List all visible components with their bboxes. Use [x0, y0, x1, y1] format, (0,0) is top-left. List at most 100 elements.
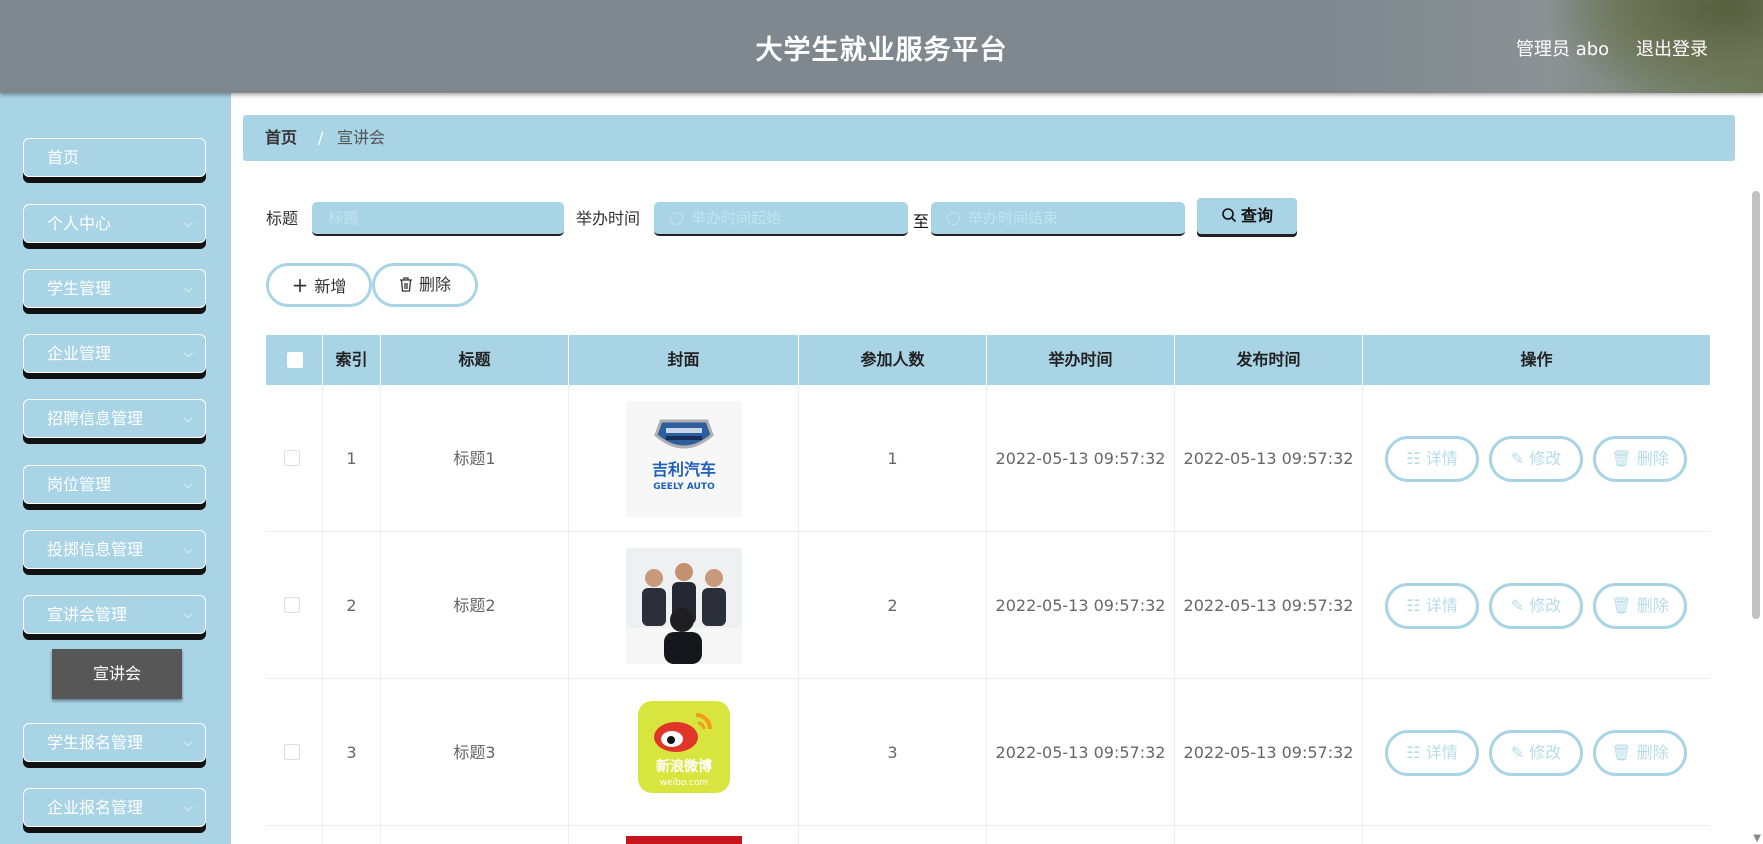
cell-hold-time	[987, 826, 1175, 844]
chevron-down-icon: ⌵	[183, 607, 193, 621]
cell-publish-time: 2022-05-13 09:57:32	[1175, 385, 1363, 532]
chevron-down-icon: ⌵	[183, 281, 193, 295]
logo-text-cn: 吉利汽车	[652, 460, 716, 479]
edit-label: 修改	[1529, 596, 1562, 615]
edit-button[interactable]: ✎ 修改	[1489, 730, 1583, 776]
logo-text-en: weibo.com	[660, 778, 709, 788]
sidebar-item-label: 投掷信息管理	[47, 540, 144, 559]
sidebar-item-label: 岗位管理	[47, 475, 112, 494]
cover-image-weibo: 新浪微博 weibo.com	[626, 695, 742, 811]
cell-title: 标题3	[381, 679, 569, 826]
main-content: 首页 / 宣讲会 标题 标题 举办时间 举办时间起始 至 举办时间结束 查询 +…	[231, 93, 1763, 844]
current-user: 管理员 abo	[1516, 39, 1610, 60]
query-label: 查询	[1240, 206, 1273, 225]
sidebar: 首页 个人中心 ⌵ 学生管理 ⌵ 企业管理 ⌵ 招聘信息管理 ⌵ 岗位管理 ⌵ 投掷信息管…	[0, 93, 231, 844]
sidebar-item-personal-center[interactable]: 个人中心 ⌵	[23, 204, 206, 243]
sidebar-item-label: 首页	[47, 148, 80, 167]
edit-button[interactable]: ✎ 修改	[1489, 436, 1583, 482]
cell-publish-time: 2022-05-13 09:57:32	[1175, 532, 1363, 679]
detail-label: 详情	[1425, 743, 1458, 762]
cell-cover	[569, 532, 799, 679]
submenu-item-seminar[interactable]: 宣讲会	[52, 649, 182, 699]
sidebar-item-company-signup[interactable]: 企业报名管理 ⌵	[23, 788, 206, 827]
cell-publish-time	[1175, 826, 1363, 844]
row-select-cell	[266, 826, 323, 844]
logout-link[interactable]: 退出登录	[1636, 35, 1708, 61]
col-hold-time: 举办时间	[987, 335, 1175, 385]
edit-label: 修改	[1529, 449, 1562, 468]
row-checkbox[interactable]	[284, 450, 300, 466]
end-time-input[interactable]: 举办时间结束	[931, 202, 1185, 236]
chevron-down-icon: ⌵	[183, 542, 193, 556]
col-publish-time: 发布时间	[1175, 335, 1363, 385]
sidebar-item-label: 招聘信息管理	[47, 409, 144, 428]
sidebar-item-positions[interactable]: 岗位管理 ⌵	[23, 465, 206, 504]
row-delete-button[interactable]: 🗑 删除	[1593, 583, 1687, 629]
select-all-cell	[266, 335, 323, 385]
trash-icon: 🗑	[1611, 596, 1632, 615]
vertical-scrollbar[interactable]	[1752, 191, 1760, 619]
clock-icon	[670, 212, 683, 225]
scroll-down-arrow-icon[interactable]: ▼	[1753, 833, 1761, 844]
cover-image-partial	[626, 836, 742, 844]
cell-index: 2	[323, 532, 381, 679]
title-input[interactable]: 标题	[312, 202, 564, 236]
edit-button[interactable]: ✎ 修改	[1489, 583, 1583, 629]
app-title: 大学生就业服务平台	[755, 35, 1008, 66]
query-button[interactable]: 查询	[1197, 198, 1297, 234]
sidebar-item-student-signup[interactable]: 学生报名管理 ⌵	[23, 723, 206, 762]
cell-count: 3	[799, 679, 987, 826]
start-time-placeholder: 举办时间起始	[691, 209, 782, 227]
sidebar-item-home[interactable]: 首页	[23, 138, 206, 177]
cell-actions: ☷ 详情 ✎ 修改 🗑 删除	[1363, 532, 1710, 679]
col-index: 索引	[323, 335, 381, 385]
delete-label: 删除	[418, 275, 451, 294]
select-all-checkbox[interactable]	[287, 352, 303, 368]
breadcrumb: 首页 / 宣讲会	[243, 115, 1735, 161]
cell-index	[323, 826, 381, 844]
add-label: 新增	[314, 277, 347, 296]
detail-button[interactable]: ☷ 详情	[1385, 730, 1479, 776]
row-delete-button[interactable]: 🗑 删除	[1593, 436, 1687, 482]
pencil-icon: ✎	[1510, 449, 1525, 468]
sidebar-item-recruitment[interactable]: 招聘信息管理 ⌵	[23, 399, 206, 438]
cell-cover	[569, 826, 799, 844]
row-delete-button[interactable]: 🗑 删除	[1593, 730, 1687, 776]
sidebar-item-label: 宣讲会管理	[47, 605, 128, 624]
sidebar-item-companies[interactable]: 企业管理 ⌵	[23, 334, 206, 373]
document-icon: ☷	[1406, 596, 1421, 615]
chevron-down-icon: ⌵	[183, 735, 193, 749]
trash-icon: 🗑	[1611, 743, 1632, 762]
search-icon	[1222, 208, 1237, 223]
detail-button[interactable]: ☷ 详情	[1385, 436, 1479, 482]
pencil-icon: ✎	[1510, 596, 1525, 615]
row-delete-label: 删除	[1636, 596, 1669, 615]
chevron-down-icon: ⌵	[183, 346, 193, 360]
cell-index: 1	[323, 385, 381, 532]
chevron-down-icon: ⌵	[183, 800, 193, 814]
breadcrumb-home[interactable]: 首页	[265, 115, 297, 161]
start-time-input[interactable]: 举办时间起始	[654, 202, 908, 236]
cell-hold-time: 2022-05-13 09:57:32	[987, 385, 1175, 532]
sidebar-item-students[interactable]: 学生管理 ⌵	[23, 269, 206, 308]
cell-actions: ☷ 详情 ✎ 修改 🗑 删除	[1363, 679, 1710, 826]
sidebar-item-submissions[interactable]: 投掷信息管理 ⌵	[23, 530, 206, 569]
row-checkbox[interactable]	[284, 597, 300, 613]
sidebar-item-seminars[interactable]: 宣讲会管理 ⌵	[23, 595, 206, 634]
plus-icon: +	[291, 273, 309, 297]
detail-button[interactable]: ☷ 详情	[1385, 583, 1479, 629]
cell-actions: ☷ 详情 ✎ 修改 🗑 删除	[1363, 385, 1710, 532]
table-row: 3 标题3 新浪微博 weibo.com 3 2022-05-13 09:57:…	[266, 679, 1710, 826]
add-button[interactable]: + 新增	[266, 263, 372, 307]
end-time-placeholder: 举办时间结束	[968, 209, 1059, 227]
cell-hold-time: 2022-05-13 09:57:32	[987, 532, 1175, 679]
cell-cover: 新浪微博 weibo.com	[569, 679, 799, 826]
row-checkbox[interactable]	[284, 744, 300, 760]
document-icon: ☷	[1406, 743, 1421, 762]
row-select-cell	[266, 532, 323, 679]
batch-delete-button[interactable]: 删除	[372, 263, 478, 307]
logo-text-cn: 新浪微博	[656, 758, 712, 775]
sidebar-item-label: 学生管理	[47, 279, 112, 298]
col-cover: 封面	[569, 335, 799, 385]
sidebar-item-label: 个人中心	[47, 214, 112, 233]
